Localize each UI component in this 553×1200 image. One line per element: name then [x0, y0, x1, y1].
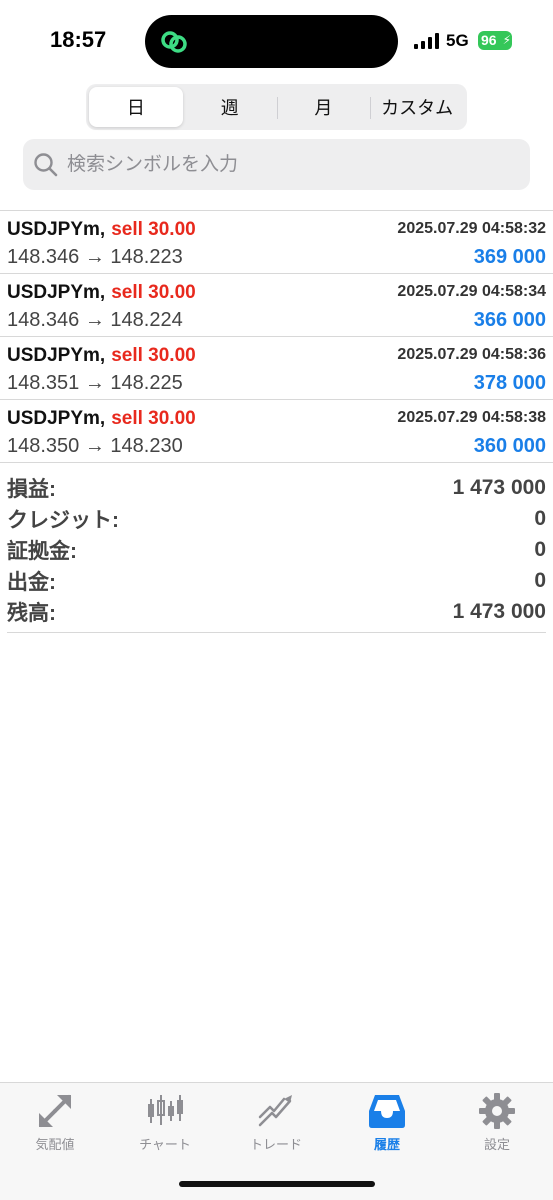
segment-divider — [276, 97, 278, 119]
trade-symbol-line: USDJPYm, sell 30.00 — [7, 282, 196, 304]
bolt-icon: ⚡ — [502, 33, 511, 47]
trade-side: sell 30.00 — [111, 219, 196, 240]
tab-quotes[interactable]: 気配値 — [15, 1091, 95, 1153]
trade-row[interactable]: USDJPYm, sell 30.00 2025.07.29 04:58:32 1… — [0, 211, 553, 274]
trade-symbol: USDJPYm, — [7, 219, 106, 240]
trade-chart-icon — [258, 1095, 292, 1127]
trade-time: 2025.07.29 04:58:38 — [397, 409, 546, 426]
summary-label: 損益: — [7, 477, 56, 501]
segment-month[interactable]: 月 — [276, 87, 371, 127]
summary-profit-row: 損益: 1 473 000 — [7, 472, 546, 503]
trade-side: sell 30.00 — [111, 282, 196, 303]
segment-label: カスタム — [381, 98, 454, 118]
trade-symbol-line: USDJPYm, sell 30.00 — [7, 345, 196, 367]
link-circles-icon — [161, 31, 187, 53]
tab-history[interactable]: 履歴 — [347, 1091, 427, 1153]
tab-label: 履歴 — [373, 1137, 400, 1152]
tab-chart[interactable]: チャート — [125, 1091, 205, 1153]
quotes-arrows-icon — [39, 1095, 71, 1127]
segment-label: 週 — [220, 98, 239, 118]
trade-prices: 148.346 → 148.224 — [7, 309, 183, 331]
summary-label: 出金: — [7, 570, 56, 594]
tab-label: トレード — [249, 1137, 302, 1152]
trade-row[interactable]: USDJPYm, sell 30.00 2025.07.29 04:58:34 1… — [0, 274, 553, 337]
trade-symbol: USDJPYm, — [7, 345, 106, 366]
summary-label: クレジット: — [7, 508, 119, 532]
segment-week[interactable]: 週 — [183, 87, 277, 127]
summary-label: 証拠金: — [7, 539, 77, 563]
home-indicator[interactable] — [179, 1181, 375, 1187]
segment-day[interactable]: 日 — [89, 87, 183, 127]
trade-row[interactable]: USDJPYm, sell 30.00 2025.07.29 04:58:38 1… — [0, 400, 553, 463]
segment-divider — [370, 97, 372, 119]
tab-label: 設定 — [483, 1137, 510, 1152]
summary-value: 0 — [534, 506, 546, 530]
trade-prices: 148.346 → 148.223 — [7, 246, 183, 268]
trade-time: 2025.07.29 04:58:32 — [397, 220, 546, 237]
trade-symbol: USDJPYm, — [7, 282, 106, 303]
battery-indicator: 96 ⚡ — [478, 31, 512, 50]
trade-profit: 378 000 — [473, 372, 546, 394]
summary-credit-row: クレジット: 0 — [7, 503, 546, 534]
trade-profit: 366 000 — [473, 309, 546, 331]
status-time: 18:57 — [50, 27, 107, 52]
symbol-search-bar[interactable] — [23, 139, 530, 190]
tab-label: チャート — [139, 1137, 191, 1152]
status-bar: 18:57 5G 96 ⚡ — [0, 0, 553, 80]
battery-level: 96 — [481, 32, 497, 48]
trade-side: sell 30.00 — [111, 408, 196, 429]
candlestick-icon — [148, 1095, 183, 1125]
tab-settings[interactable]: 設定 — [457, 1091, 537, 1153]
summary-value: 0 — [534, 537, 546, 561]
tab-label: 気配値 — [35, 1137, 75, 1152]
gear-icon — [479, 1093, 515, 1129]
trade-profit: 369 000 — [473, 246, 546, 268]
summary-value: 1 473 000 — [452, 475, 546, 499]
trade-symbol-line: USDJPYm, sell 30.00 — [7, 408, 196, 430]
segment-label: 月 — [314, 98, 333, 118]
summary-value: 1 473 000 — [452, 599, 546, 623]
trade-symbol: USDJPYm, — [7, 408, 106, 429]
summary-value: 0 — [534, 568, 546, 592]
trade-profit: 360 000 — [473, 435, 546, 457]
summary-label: 残高: — [7, 601, 56, 625]
trade-symbol-line: USDJPYm, sell 30.00 — [7, 219, 196, 241]
tab-trade[interactable]: トレード — [236, 1091, 316, 1153]
trade-prices: 148.350 → 148.230 — [7, 435, 183, 457]
dynamic-island[interactable] — [145, 15, 398, 68]
summary-deposit-row: 証拠金: 0 — [7, 534, 546, 565]
trade-time: 2025.07.29 04:58:36 — [397, 346, 546, 363]
period-segmented-control: 日 週 月 カスタム — [86, 84, 467, 130]
summary-balance-row: 残高: 1 473 000 — [7, 596, 546, 627]
segment-label: 日 — [126, 98, 145, 118]
search-icon — [34, 152, 58, 176]
trade-time: 2025.07.29 04:58:34 — [397, 283, 546, 300]
network-type: 5G — [446, 31, 469, 50]
segment-custom[interactable]: カスタム — [370, 87, 464, 127]
account-summary: 損益: 1 473 000 クレジット: 0 証拠金: 0 出金: 0 残高: … — [7, 472, 546, 633]
history-inbox-icon — [369, 1095, 405, 1128]
trade-history-list: USDJPYm, sell 30.00 2025.07.29 04:58:32 1… — [0, 210, 553, 463]
search-input[interactable] — [67, 153, 487, 176]
trade-side: sell 30.00 — [111, 345, 196, 366]
summary-withdrawal-row: 出金: 0 — [7, 565, 546, 596]
trade-prices: 148.351 → 148.225 — [7, 372, 183, 394]
trade-row[interactable]: USDJPYm, sell 30.00 2025.07.29 04:58:36 1… — [0, 337, 553, 400]
signal-icon — [414, 33, 439, 49]
